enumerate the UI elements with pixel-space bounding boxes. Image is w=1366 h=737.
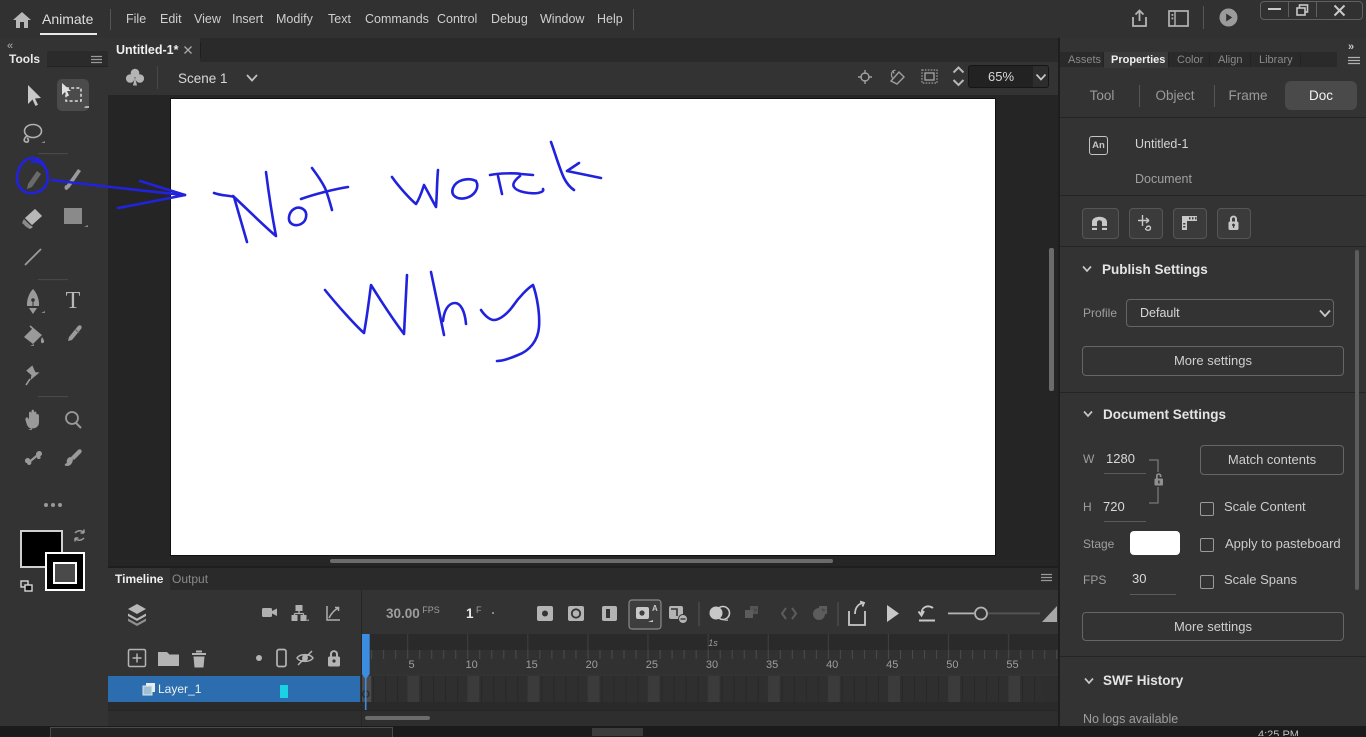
svg-text:40: 40 (826, 659, 838, 671)
svg-text:35: 35 (766, 659, 778, 671)
svg-text:15: 15 (526, 659, 538, 671)
svg-text:50: 50 (946, 659, 958, 671)
svg-text:1s: 1s (708, 638, 718, 648)
svg-text:45: 45 (886, 659, 898, 671)
svg-text:T: T (66, 288, 81, 314)
svg-text:10: 10 (465, 659, 477, 671)
svg-text:25: 25 (646, 659, 658, 671)
svg-text:5: 5 (408, 659, 414, 671)
svg-text:55: 55 (1006, 659, 1018, 671)
svg-text:30: 30 (706, 659, 718, 671)
svg-text:20: 20 (586, 659, 598, 671)
